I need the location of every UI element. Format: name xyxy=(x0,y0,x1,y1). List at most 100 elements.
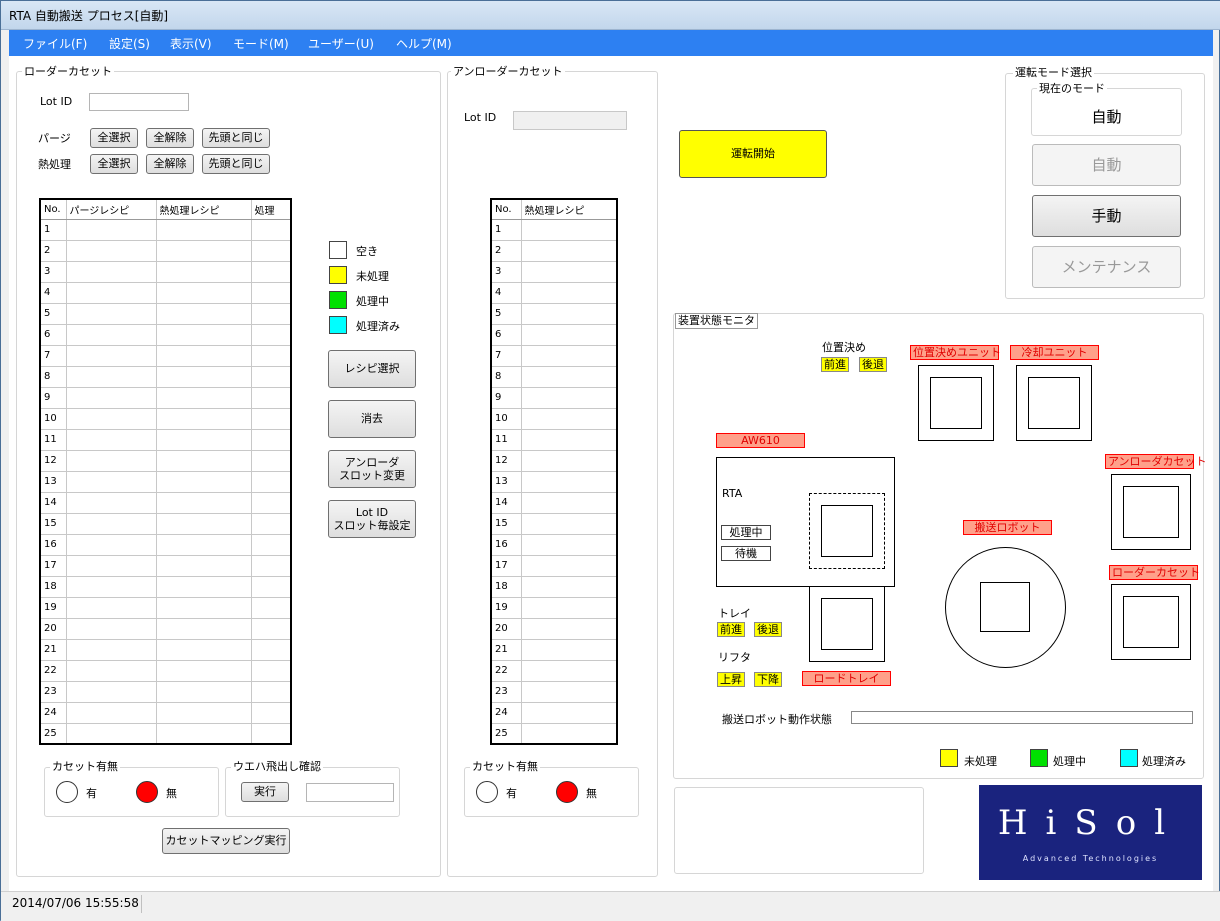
slot-cell[interactable] xyxy=(520,533,618,556)
slot-cell[interactable] xyxy=(520,596,618,619)
slot-cell[interactable] xyxy=(520,302,618,325)
table-row[interactable]: 12 xyxy=(39,449,292,472)
slot-cell[interactable] xyxy=(250,659,292,682)
table-row[interactable]: 17 xyxy=(490,554,618,577)
slot-cell[interactable] xyxy=(155,701,252,724)
slot-cell[interactable] xyxy=(155,449,252,472)
table-row[interactable]: 15 xyxy=(39,512,292,535)
slot-cell[interactable] xyxy=(520,218,618,241)
slot-cell[interactable] xyxy=(250,365,292,388)
menu-help[interactable]: ヘルプ(M) xyxy=(396,35,452,52)
wafer-check-run-button[interactable]: 実行 xyxy=(241,782,289,802)
table-row[interactable]: 3 xyxy=(490,260,618,283)
slot-cell[interactable] xyxy=(65,218,157,241)
mode-manual-button[interactable]: 手動 xyxy=(1032,195,1181,237)
slot-cell[interactable] xyxy=(155,428,252,451)
table-row[interactable]: 6 xyxy=(490,323,618,346)
heat-select-all-button[interactable]: 全選択 xyxy=(90,154,138,174)
table-row[interactable]: 2 xyxy=(490,239,618,262)
lotid-slot-setting-button[interactable]: Lot ID スロット毎設定 xyxy=(328,500,416,538)
table-row[interactable]: 18 xyxy=(490,575,618,598)
table-row[interactable]: 13 xyxy=(490,470,618,493)
table-row[interactable]: 1 xyxy=(39,218,292,241)
slot-cell[interactable] xyxy=(250,554,292,577)
slot-cell[interactable] xyxy=(250,386,292,409)
table-row[interactable]: 4 xyxy=(490,281,618,304)
loader-lot-input[interactable] xyxy=(89,93,189,111)
slot-cell[interactable] xyxy=(65,575,157,598)
table-row[interactable]: 21 xyxy=(490,638,618,661)
slot-cell[interactable] xyxy=(250,428,292,451)
menu-file[interactable]: ファイル(F) xyxy=(23,35,87,52)
slot-cell[interactable] xyxy=(250,281,292,304)
delete-button[interactable]: 消去 xyxy=(328,400,416,438)
table-row[interactable]: 22 xyxy=(490,659,618,682)
table-row[interactable]: 9 xyxy=(490,386,618,409)
slot-cell[interactable] xyxy=(155,596,252,619)
slot-cell[interactable] xyxy=(250,260,292,283)
slot-cell[interactable] xyxy=(520,407,618,430)
slot-cell[interactable] xyxy=(155,281,252,304)
slot-cell[interactable] xyxy=(155,302,252,325)
start-operation-button[interactable]: 運転開始 xyxy=(679,130,827,178)
slot-cell[interactable] xyxy=(250,512,292,535)
table-row[interactable]: 4 xyxy=(39,281,292,304)
slot-cell[interactable] xyxy=(250,701,292,724)
table-row[interactable]: 11 xyxy=(39,428,292,451)
slot-cell[interactable] xyxy=(520,323,618,346)
slot-cell[interactable] xyxy=(65,386,157,409)
slot-cell[interactable] xyxy=(250,638,292,661)
slot-cell[interactable] xyxy=(65,323,157,346)
slot-cell[interactable] xyxy=(155,554,252,577)
slot-cell[interactable] xyxy=(155,260,252,283)
slot-cell[interactable] xyxy=(65,344,157,367)
slot-cell[interactable] xyxy=(250,470,292,493)
slot-cell[interactable] xyxy=(65,512,157,535)
slot-cell[interactable] xyxy=(65,638,157,661)
loader-slot-table[interactable]: No. パージレシピ 熱処理レシピ 処理 1 2 3 4 5 6 7 8 9 10 11 12 13 14… xyxy=(39,198,292,745)
slot-cell[interactable] xyxy=(250,722,292,745)
mode-auto-button[interactable]: 自動 xyxy=(1032,144,1181,186)
slot-cell[interactable] xyxy=(520,260,618,283)
purge-same-as-first-button[interactable]: 先頭と同じ xyxy=(202,128,270,148)
slot-cell[interactable] xyxy=(155,491,252,514)
table-row[interactable]: 16 xyxy=(39,533,292,556)
slot-cell[interactable] xyxy=(520,617,618,640)
slot-cell[interactable] xyxy=(250,449,292,472)
table-row[interactable]: 19 xyxy=(39,596,292,619)
menu-settings[interactable]: 設定(S) xyxy=(109,35,150,52)
slot-cell[interactable] xyxy=(520,701,618,724)
slot-cell[interactable] xyxy=(520,575,618,598)
slot-cell[interactable] xyxy=(155,533,252,556)
slot-cell[interactable] xyxy=(520,281,618,304)
slot-cell[interactable] xyxy=(520,386,618,409)
slot-cell[interactable] xyxy=(250,344,292,367)
cassette-mapping-button[interactable]: カセットマッピング実行 xyxy=(162,828,290,854)
slot-cell[interactable] xyxy=(250,617,292,640)
table-row[interactable]: 3 xyxy=(39,260,292,283)
table-row[interactable]: 24 xyxy=(39,701,292,724)
slot-cell[interactable] xyxy=(155,680,252,703)
slot-cell[interactable] xyxy=(520,428,618,451)
slot-cell[interactable] xyxy=(155,323,252,346)
table-row[interactable]: 8 xyxy=(39,365,292,388)
slot-cell[interactable] xyxy=(65,428,157,451)
slot-cell[interactable] xyxy=(155,659,252,682)
slot-cell[interactable] xyxy=(520,239,618,262)
table-row[interactable]: 13 xyxy=(39,470,292,493)
slot-cell[interactable] xyxy=(250,491,292,514)
slot-cell[interactable] xyxy=(65,701,157,724)
slot-cell[interactable] xyxy=(250,239,292,262)
purge-clear-all-button[interactable]: 全解除 xyxy=(146,128,194,148)
table-row[interactable]: 22 xyxy=(39,659,292,682)
slot-cell[interactable] xyxy=(250,302,292,325)
slot-cell[interactable] xyxy=(155,365,252,388)
slot-cell[interactable] xyxy=(65,449,157,472)
slot-cell[interactable] xyxy=(155,218,252,241)
slot-cell[interactable] xyxy=(155,638,252,661)
table-row[interactable]: 7 xyxy=(490,344,618,367)
slot-cell[interactable] xyxy=(520,638,618,661)
table-row[interactable]: 16 xyxy=(490,533,618,556)
table-row[interactable]: 9 xyxy=(39,386,292,409)
heat-clear-all-button[interactable]: 全解除 xyxy=(146,154,194,174)
